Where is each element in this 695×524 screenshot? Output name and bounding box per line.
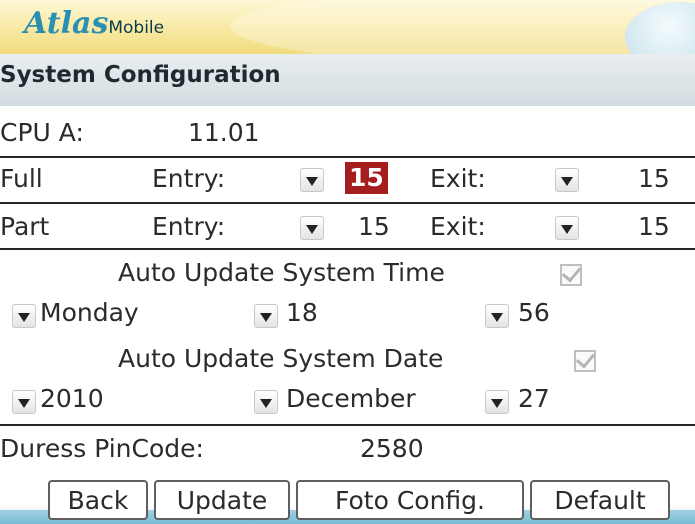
part-entry-label: Entry: <box>152 212 226 241</box>
day-dropdown-icon[interactable] <box>12 304 36 328</box>
app-logo: AtlasMobile <box>24 6 164 41</box>
full-row: Full Entry: 15 Exit: 15 <box>0 158 695 202</box>
day-select[interactable]: Monday <box>40 298 139 327</box>
auto-time-label: Auto Update System Time <box>118 258 445 287</box>
cpu-row: CPU A: 11.01 <box>0 106 695 156</box>
year-select[interactable]: 2010 <box>40 384 104 413</box>
header-swoosh <box>230 0 695 54</box>
duress-label: Duress PinCode: <box>0 434 204 463</box>
cpu-label: CPU A: <box>0 118 84 147</box>
auto-date-label: Auto Update System Date <box>118 344 444 373</box>
title-bar: System Configuration <box>0 54 695 106</box>
hour-dropdown-icon[interactable] <box>254 304 278 328</box>
hour-select[interactable]: 18 <box>286 298 318 327</box>
page-title: System Configuration <box>0 62 281 88</box>
month-dropdown-icon[interactable] <box>254 390 278 414</box>
part-row: Part Entry: 15 Exit: 15 <box>0 204 695 248</box>
date-day-select[interactable]: 27 <box>518 384 550 413</box>
month-select[interactable]: December <box>286 384 416 413</box>
full-entry-dropdown-icon[interactable] <box>300 168 324 192</box>
year-dropdown-icon[interactable] <box>12 390 36 414</box>
back-button[interactable]: Back <box>48 480 148 520</box>
full-exit-dropdown-icon[interactable] <box>555 168 579 192</box>
full-exit-value[interactable]: 15 <box>638 164 670 193</box>
full-exit-label: Exit: <box>430 164 486 193</box>
foto-config-button[interactable]: Foto Config. <box>296 480 524 520</box>
part-entry-dropdown-icon[interactable] <box>300 216 324 240</box>
auto-date-checkbox-icon[interactable] <box>574 350 596 372</box>
auto-time-row: Auto Update System Time <box>0 250 695 294</box>
time-select-row: Monday 18 56 <box>0 294 695 334</box>
duress-pincode-field[interactable]: 2580 <box>360 434 424 463</box>
part-label: Part <box>0 212 50 241</box>
logo-atlas-text: Atlas <box>24 6 109 41</box>
logo-mobile-text: Mobile <box>108 18 165 38</box>
full-entry-label: Entry: <box>152 164 226 193</box>
auto-date-row: Auto Update System Date <box>0 336 695 380</box>
full-label: Full <box>0 164 43 193</box>
part-entry-value[interactable]: 15 <box>358 212 390 241</box>
date-day-dropdown-icon[interactable] <box>485 390 509 414</box>
part-exit-value[interactable]: 15 <box>638 212 670 241</box>
minute-dropdown-icon[interactable] <box>485 304 509 328</box>
default-button[interactable]: Default <box>530 480 670 520</box>
full-entry-value[interactable]: 15 <box>345 162 388 194</box>
minute-select[interactable]: 56 <box>518 298 550 327</box>
date-select-row: 2010 December 27 <box>0 380 695 422</box>
part-exit-label: Exit: <box>430 212 486 241</box>
auto-time-checkbox-icon[interactable] <box>560 264 582 286</box>
part-exit-dropdown-icon[interactable] <box>555 216 579 240</box>
update-button[interactable]: Update <box>154 480 290 520</box>
app-header: AtlasMobile <box>0 0 695 54</box>
button-bar: Back Update Foto Config. Default <box>0 478 695 524</box>
duress-row: Duress PinCode: 2580 <box>0 426 695 476</box>
cpu-value: 11.01 <box>188 118 260 147</box>
